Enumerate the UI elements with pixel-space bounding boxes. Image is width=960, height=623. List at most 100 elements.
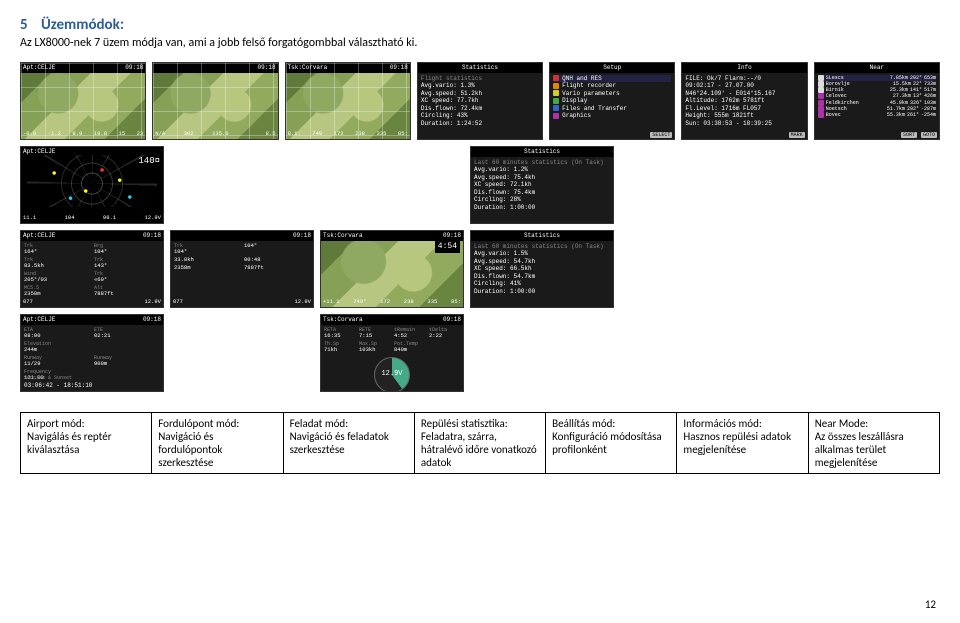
info-line: 09:02:17 - 27.07.00 [685, 82, 803, 90]
thumb-title: Apt:CELJE [23, 232, 55, 240]
stat-line: Avg.vario: 1.2% [474, 166, 610, 174]
panel-title: Info [737, 64, 751, 72]
stat-line: XC speed: 72.1kh [474, 181, 610, 189]
heading-number: 5 [20, 16, 28, 34]
menu-item: Display [562, 97, 587, 105]
stat-line: Circling: 28% [474, 196, 610, 204]
thumb-statistics: Statistics Flight statistics Avg.vario: … [417, 62, 543, 140]
panel-title: Setup [603, 64, 621, 72]
stat-line: Avg.speed: 75.4kh [474, 174, 610, 182]
stat-line: Duration: 1:24:52 [421, 120, 539, 128]
section-subtext: Az LX8000-nek 7 üzem módja van, ami a jo… [20, 36, 940, 50]
stat-line: Avg.vario: 1.5% [474, 250, 610, 258]
section-heading: 5 Üzemmódok: [20, 16, 940, 34]
heading-text: Üzemmódok: [41, 16, 124, 34]
stat-line: XC speed: 77.7kh [421, 97, 539, 105]
desc-stats: Repülési statisztika:Feladatra, szárra, … [414, 413, 545, 474]
airport-icon [818, 106, 824, 112]
thumb-title: Apt:CELJE [23, 148, 55, 156]
menu-item: Files and Transfer [562, 105, 627, 113]
stat-line: Dis.flown: 72.4km [421, 105, 539, 113]
thumb-footer: 8.1: 749 172 238 335 85: [288, 131, 408, 138]
thumb-footer: N/A 302 135.0 8.5 [155, 131, 275, 138]
menu-item: Vario parameters [562, 90, 620, 98]
thumb-task-map: Tsk:Corvara 09:18 8.1: 749 172 238 335 85… [285, 62, 411, 140]
thumb-footer: -0.9 -1.2 9.9 19.8 15 23 [23, 131, 143, 138]
gauge-icon: 12.9V [374, 357, 410, 392]
menu-item-icon [553, 83, 559, 89]
task-time: 4:54 [435, 241, 460, 253]
airport-icon [818, 112, 824, 118]
thumb-near: Near SLescs7.85km202°653m Borovlje15.5km… [814, 62, 940, 140]
thumb-title: Tsk:Corvara [288, 64, 328, 72]
airport-icon [818, 87, 824, 93]
thumb-setup: Setup QNH and RES Flight recorder Vario … [549, 62, 675, 140]
thumb-airport-tactical: Apt:CELJE 140¤ 11.110498.112.9V [20, 146, 164, 224]
airport-icon [818, 81, 824, 87]
stat-line: Circling: 41% [474, 280, 610, 288]
menu-item-icon [553, 75, 559, 81]
thumb-time: 09:18 [258, 64, 276, 72]
thumb-airport-map: Apt:CELJE 09:18 -0.9 -1.2 9.9 19.8 15 23 [20, 62, 146, 140]
thumb-row-4: Apt:CELJE09:18 ETA08:00 ETE02:21 Elevati… [20, 314, 940, 392]
airport-icon [818, 75, 824, 81]
desc-task: Feladat mód:Navigáció és feladatok szerk… [283, 413, 414, 474]
stat-line: Avg.vario: 1.3% [421, 82, 539, 90]
thumb-statistics-60min: Statistics Last 60 minutes statistics (O… [470, 146, 614, 224]
desc-info: Információs mód:Hasznos repülési adatok … [677, 413, 808, 474]
mark-button: MARK [789, 132, 805, 138]
thumb-airport-data: Apt:CELJE09:18 Trk164° Brg104° Trk83.5kh… [20, 230, 164, 308]
page-number: 12 [925, 598, 936, 611]
thumb-row-2: Apt:CELJE 140¤ 11.110498.112.9V Statisti… [20, 146, 940, 224]
stat-line: Duration: 1:00:00 [474, 204, 610, 212]
desc-setup: Beállítás mód:Konfiguráció módosítása pr… [546, 413, 677, 474]
info-line: Sun: 03:38:53 - 18:39:25 [685, 120, 803, 128]
setup-list: QNH and RES Flight recorder Vario parame… [550, 73, 674, 122]
stat-line: Avg.speed: 54.7kh [474, 258, 610, 266]
near-name: Bovec [826, 112, 885, 118]
desc-airport: Airport mód:Navigálás és reptér kiválasz… [21, 413, 152, 474]
stat-line: Circling: 43% [421, 112, 539, 120]
desc-near: Near Mode:Az összes leszállásra alkalmas… [808, 413, 939, 474]
thumb-time: 09:18 [125, 64, 143, 72]
thumb-task-info: Tsk:Corvara09:18 RETA16:35 RETE7:15 tRem… [320, 314, 464, 392]
panel-title: Near [870, 64, 884, 72]
bearing-value: 140¤ [138, 156, 160, 167]
menu-item-icon [553, 105, 559, 111]
thumb-title: Apt:CELJE [23, 64, 55, 72]
thumb-title: Apt:CELJE [23, 316, 55, 324]
stat-line: Duration: 1:00:00 [474, 288, 610, 296]
menu-item-icon [553, 98, 559, 104]
stats-subtitle: Flight statistics [421, 75, 539, 83]
info-line: Fl.Level: 1716m FL057 [685, 105, 803, 113]
mode-description-table: Airport mód:Navigálás és reptér kiválasz… [20, 412, 940, 474]
stat-line: Dis.flown: 54.7km [474, 273, 610, 281]
menu-item: Flight recorder [562, 82, 616, 90]
airport-icon [818, 100, 824, 106]
menu-item-icon [553, 113, 559, 119]
menu-item-icon [553, 90, 559, 96]
sort-button: SORT [901, 132, 917, 138]
stat-line: XC speed: 66.5kh [474, 265, 610, 273]
desc-turnpoint: Fordulópont mód:Navigáció és fordulópont… [152, 413, 283, 474]
info-line: FILE: Ok/7 Flarm:--/0 [685, 75, 803, 83]
stats-subtitle: Last 60 minutes statistics (On Task) [474, 243, 610, 251]
thumb-turnpoint-map: 09:18 N/A 302 135.0 8.5 [152, 62, 278, 140]
thumb-task-data: Tsk:Corvara09:18 4:54 +11.1749°172238335… [320, 230, 464, 308]
thumb-turnpoint-data: 09:18 Trk104° 104° 33.8kh 00:48 2358m 78… [170, 230, 314, 308]
thumb-info: Info FILE: Ok/7 Flarm:--/0 09:02:17 - 27… [681, 62, 807, 140]
stat-line: Avg.speed: 51.2kh [421, 90, 539, 98]
thumb-title: Tsk:Corvara [323, 316, 363, 324]
thumb-statistics-60min-2: Statistics Last 60 minutes statistics (O… [470, 230, 614, 308]
thumb-time: 09:18 [390, 64, 408, 72]
menu-item: QNH and RES [562, 75, 602, 83]
sunrise-sunset-value: 03:06:42 - 18:51:10 [24, 382, 92, 390]
goto-button: GOTO [921, 132, 937, 138]
panel-title: Statistics [524, 148, 560, 156]
panel-title: Statistics [524, 232, 560, 240]
thumb-title: Tsk:Corvara [323, 232, 363, 240]
stats-subtitle: Last 60 minutes statistics (On Task) [474, 159, 610, 167]
info-line: Height: 555m 1821ft [685, 112, 803, 120]
panel-title: Statistics [462, 64, 498, 72]
thumb-airport-info: Apt:CELJE09:18 ETA08:00 ETE02:21 Elevati… [20, 314, 164, 392]
